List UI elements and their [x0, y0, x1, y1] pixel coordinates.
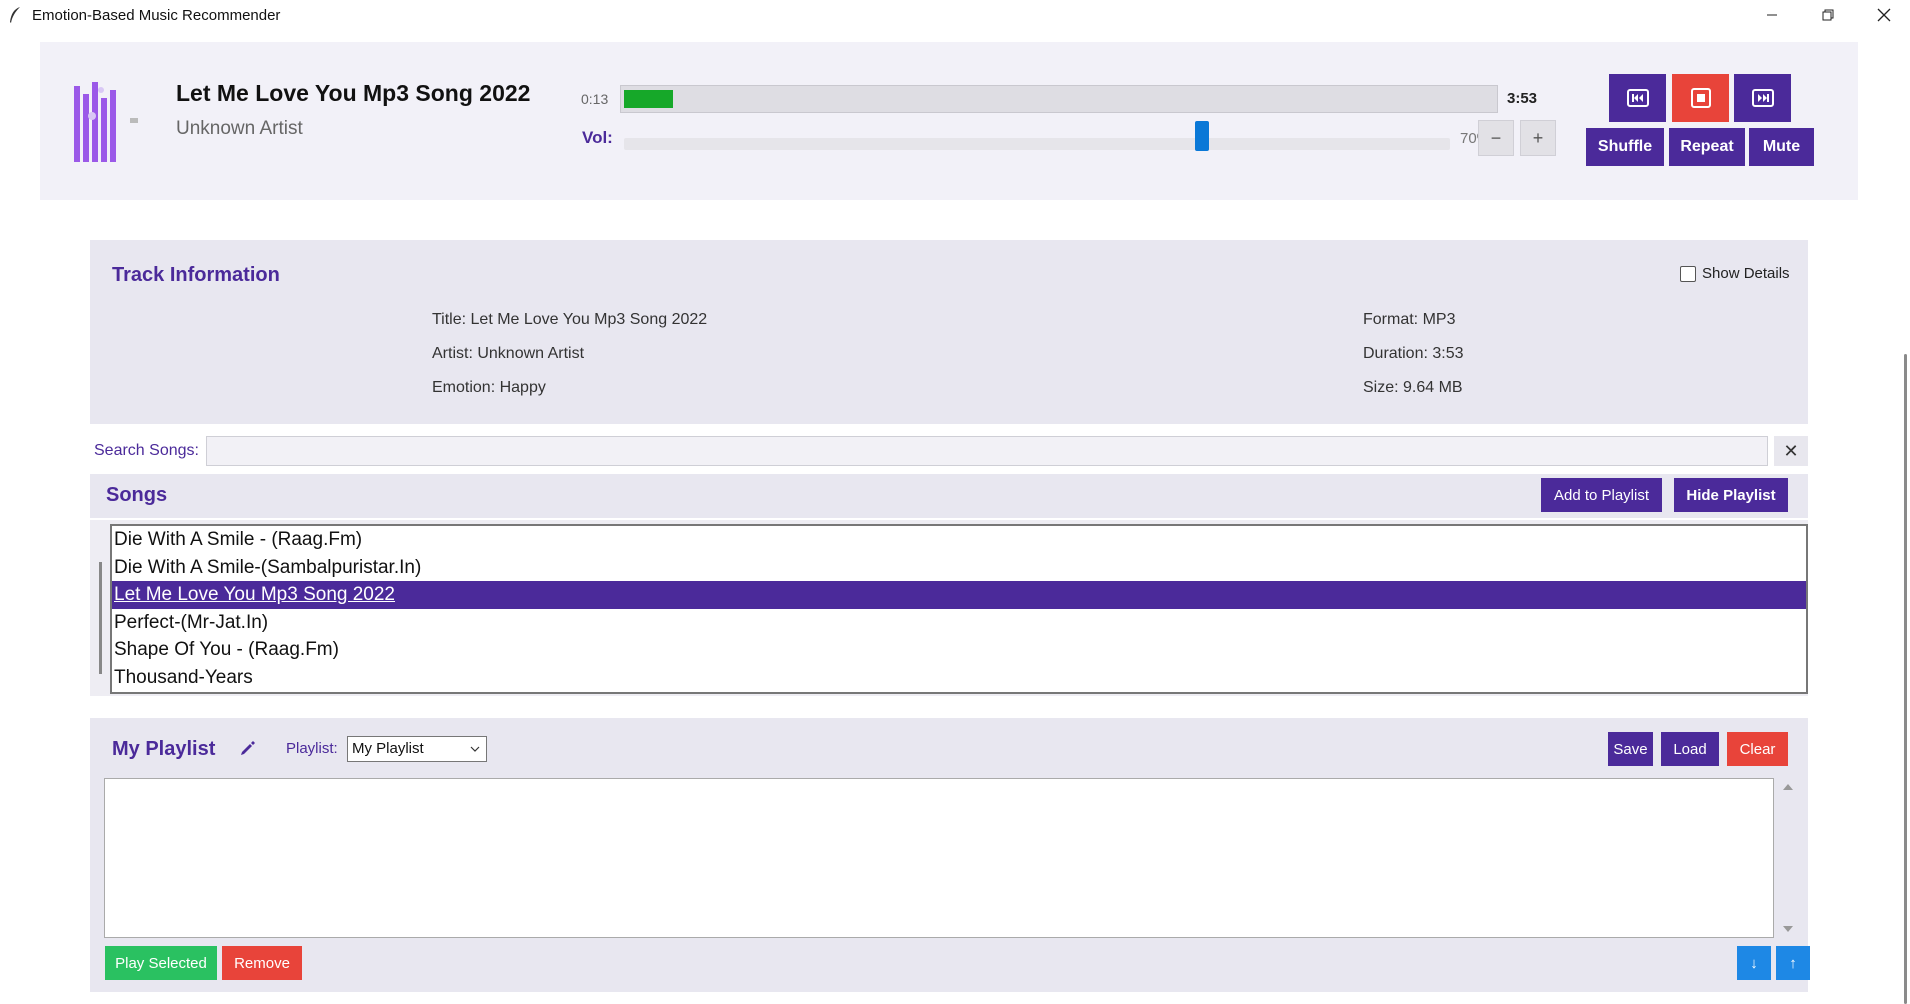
info-artist: Artist: Unknown Artist	[432, 345, 585, 362]
track-artist: Unknown Artist	[176, 118, 303, 139]
volume-label: Vol:	[582, 128, 613, 147]
window-scrollbar-thumb[interactable]	[1904, 354, 1907, 1004]
repeat-button[interactable]: Repeat	[1669, 128, 1745, 166]
restore-button[interactable]	[1800, 0, 1856, 30]
song-item[interactable]: Perfect-(Mr-Jat.In)	[112, 609, 1806, 637]
volume-slider[interactable]	[624, 138, 1450, 150]
volume-slider-thumb[interactable]	[1195, 121, 1209, 151]
playlist-panel: My Playlist Playlist: My Playlist Save L…	[90, 718, 1810, 992]
info-format: Format: MP3	[1363, 311, 1456, 328]
show-details-checkbox[interactable]	[1680, 265, 1696, 282]
playlist-selector-label: Playlist:	[286, 740, 338, 757]
info-emotion: Emotion: Happy	[432, 379, 546, 396]
previous-button[interactable]	[1609, 74, 1666, 122]
show-details-toggle[interactable]: Show Details	[1680, 265, 1790, 282]
songs-heading: Songs	[106, 484, 168, 506]
progress-fill	[624, 90, 673, 108]
playlist-heading: My Playlist	[112, 738, 216, 760]
skip-previous-icon	[1626, 89, 1649, 107]
minimize-icon	[1767, 14, 1777, 16]
playlist-select[interactable]: My Playlist	[347, 736, 487, 762]
song-item[interactable]: Die With A Smile - (Raag.Fm)	[112, 526, 1806, 554]
total-time: 3:53	[1507, 90, 1538, 107]
save-button[interactable]: Save	[1608, 732, 1653, 766]
play-selected-button[interactable]: Play Selected	[105, 946, 217, 980]
volume-down-button[interactable]: −	[1478, 120, 1514, 156]
songs-area: Die With A Smile - (Raag.Fm) Die With A S…	[90, 520, 1808, 696]
skip-next-icon	[1751, 89, 1774, 107]
title-bar: Emotion-Based Music Recommender	[0, 0, 1910, 30]
current-time: 0:13	[581, 91, 609, 107]
song-item-label: Perfect-(Mr-Jat.In)	[114, 611, 269, 633]
restore-icon	[1822, 9, 1834, 21]
song-item[interactable]: Thousand-Years	[112, 664, 1806, 692]
edit-icon[interactable]	[238, 738, 258, 758]
song-item[interactable]: Die With A Smile-(Sambalpuristar.In)	[112, 554, 1806, 582]
song-item-label: Let Me Love You Mp3 Song 2022	[114, 584, 396, 606]
scroll-up-icon[interactable]	[1783, 784, 1793, 790]
playlist-select-value: My Playlist	[352, 740, 424, 757]
info-size: Size: 9.64 MB	[1363, 379, 1463, 396]
song-item-label: Die With A Smile-(Sambalpuristar.In)	[114, 556, 422, 578]
scroll-down-icon[interactable]	[1783, 926, 1793, 932]
track-info-heading: Track Information	[112, 264, 280, 286]
mute-button[interactable]: Mute	[1749, 128, 1814, 166]
add-to-playlist-button[interactable]: Add to Playlist	[1541, 478, 1662, 512]
track-info-panel: Track Information Show Details Title: Le…	[90, 240, 1808, 424]
next-button[interactable]	[1734, 74, 1791, 122]
stop-button[interactable]	[1672, 74, 1729, 122]
progress-bar[interactable]	[620, 85, 1498, 113]
songs-scrollbar[interactable]	[99, 562, 102, 674]
info-duration: Duration: 3:53	[1363, 345, 1464, 362]
load-button[interactable]: Load	[1661, 732, 1719, 766]
songs-header: Songs Add to Playlist Hide Playlist	[90, 474, 1808, 518]
player-header: Let Me Love You Mp3 Song 2022 Unknown Ar…	[40, 42, 1858, 200]
hide-playlist-button[interactable]: Hide Playlist	[1674, 478, 1788, 512]
close-icon	[1877, 8, 1891, 22]
search-clear-button[interactable]: ✕	[1774, 436, 1808, 466]
info-title: Title: Let Me Love You Mp3 Song 2022	[432, 311, 708, 328]
window-title: Emotion-Based Music Recommender	[32, 6, 281, 24]
move-down-button[interactable]: ↓	[1737, 946, 1771, 980]
window-scrollbar[interactable]	[1900, 30, 1910, 1004]
search-label: Search Songs:	[94, 442, 199, 459]
show-details-label: Show Details	[1702, 265, 1790, 282]
search-input[interactable]	[206, 436, 1768, 466]
track-title: Let Me Love You Mp3 Song 2022	[176, 80, 531, 106]
song-item-label: Thousand-Years	[114, 666, 253, 688]
song-item-label: Die With A Smile - (Raag.Fm)	[114, 529, 363, 550]
song-item[interactable]: Let Me Love You Mp3 Song 2022	[112, 581, 1806, 609]
chevron-down-icon	[470, 746, 480, 752]
playlist-list[interactable]	[104, 778, 1774, 938]
minimize-button[interactable]	[1744, 0, 1800, 30]
move-up-button[interactable]: ↑	[1776, 946, 1810, 980]
remove-button[interactable]: Remove	[222, 946, 302, 980]
clear-button[interactable]: Clear	[1727, 732, 1788, 766]
feather-icon	[6, 6, 24, 24]
close-button[interactable]	[1856, 0, 1910, 30]
album-art-icon	[70, 80, 150, 166]
song-item[interactable]: Shape Of You - (Raag.Fm)	[112, 636, 1806, 664]
playlist-scrollbar[interactable]	[1778, 778, 1798, 938]
shuffle-button[interactable]: Shuffle	[1586, 128, 1664, 166]
stop-icon	[1690, 88, 1711, 108]
songs-list[interactable]: Die With A Smile - (Raag.Fm) Die With A S…	[110, 524, 1808, 694]
volume-up-button[interactable]: +	[1520, 120, 1556, 156]
song-item-label: Shape Of You - (Raag.Fm)	[114, 639, 339, 661]
